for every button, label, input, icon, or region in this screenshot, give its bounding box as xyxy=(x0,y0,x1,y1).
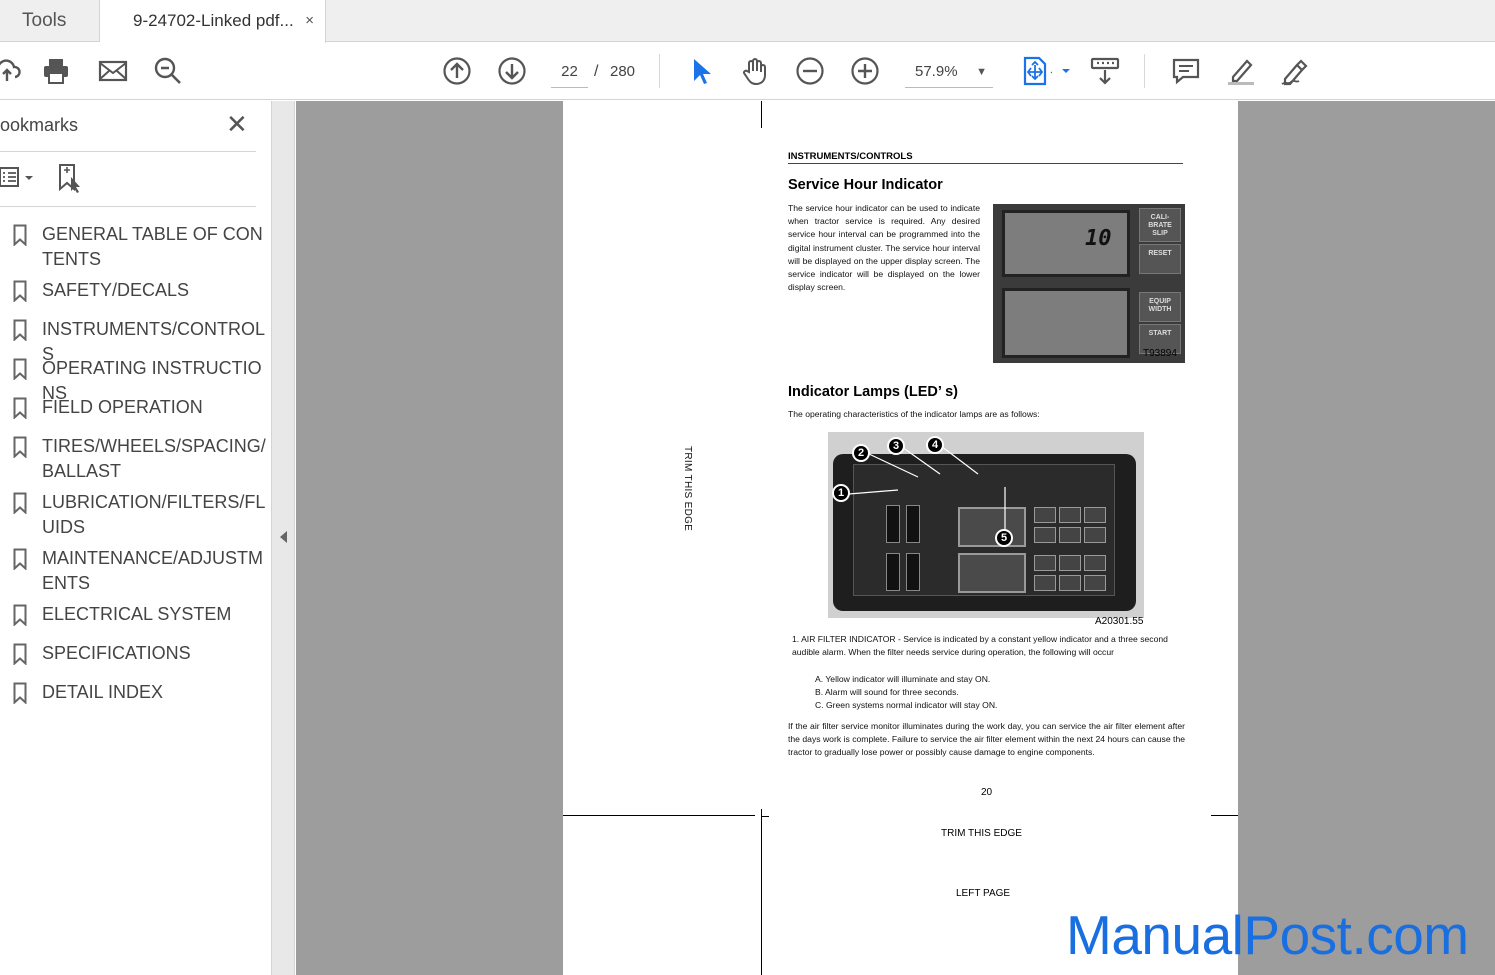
bookmarks-panel: ookmarks ✕ GENERAL TABLE OF CONTENTS SAFE… xyxy=(0,101,272,975)
zoom-out-icon[interactable] xyxy=(794,55,826,87)
heading-service-hour: Service Hour Indicator xyxy=(788,177,943,193)
panel-collapse-handle[interactable] xyxy=(272,101,295,975)
add-bookmark-icon[interactable] xyxy=(57,163,85,193)
document-viewport[interactable]: TRIM THIS EDGE INSTRUMENTS/CONTROLS Serv… xyxy=(296,101,1495,975)
callout-3: 3 xyxy=(887,437,905,455)
collapse-arrow-icon xyxy=(280,531,287,543)
scroll-mode-icon[interactable] xyxy=(1089,55,1121,87)
bookmark-icon xyxy=(13,358,27,380)
chevron-down-icon: ▼ xyxy=(976,66,987,78)
tab-close-icon[interactable]: × xyxy=(305,0,314,42)
zoom-in-icon[interactable] xyxy=(849,55,881,87)
reset-button-photo: RESET xyxy=(1139,244,1181,274)
fit-page-dropdown-icon[interactable] xyxy=(1050,55,1070,87)
paragraph-air-filter: If the air filter service monitor illumi… xyxy=(788,721,1185,758)
page-up-icon[interactable] xyxy=(441,55,473,87)
divider xyxy=(0,206,256,207)
tab-tools[interactable]: Tools xyxy=(0,0,100,42)
indicator-panel-photo: 1 2 3 4 5 xyxy=(828,432,1144,618)
section-header: INSTRUMENTS/CONTROLS xyxy=(788,151,1183,164)
bookmark-label: SAFETY/DECALS xyxy=(42,280,190,300)
page-number: 20 xyxy=(981,787,993,798)
bookmark-icon xyxy=(13,604,27,626)
trim-line xyxy=(563,815,755,816)
trim-bottom-text: TRIM THIS EDGE xyxy=(941,828,1022,839)
trim-line xyxy=(761,815,762,975)
bookmark-icon xyxy=(13,643,27,665)
divider xyxy=(0,151,256,152)
hand-icon[interactable] xyxy=(739,55,771,87)
heading-indicator-lamps: Indicator Lamps (LED’ s) xyxy=(788,384,958,400)
left-page-text: LEFT PAGE xyxy=(956,888,1011,899)
service-hour-photo: 10 CALI-BRATE SLIP RESET EQUIP WIDTH STA… xyxy=(993,204,1185,363)
cloud-upload-icon[interactable] xyxy=(0,55,24,87)
list-subitem-b: B. Alarm will sound for three seconds. xyxy=(815,687,959,697)
page-down-icon[interactable] xyxy=(496,55,528,87)
bookmarks-title: ookmarks xyxy=(0,115,79,135)
bookmark-icon xyxy=(13,682,27,704)
bookmark-icon xyxy=(13,280,27,302)
photo-caption: T93894 xyxy=(1143,348,1177,359)
bookmark-icon xyxy=(13,492,27,514)
trim-line xyxy=(761,101,762,128)
tab-document-label: 9-24702-Linked pdf... xyxy=(133,11,294,30)
bookmark-icon xyxy=(13,548,27,570)
list-item-air-filter: 1. AIR FILTER INDICATOR - Service is ind… xyxy=(792,634,1168,658)
toolbar-divider xyxy=(1144,54,1145,88)
bookmark-label: ELECTRICAL SYSTEM xyxy=(42,604,232,624)
main-toolbar: 22 / 280 57.9% ▼ xyxy=(0,43,1495,100)
upper-lcd: 10 xyxy=(1002,210,1130,277)
paragraph-service-hour: The service hour indicator can be used t… xyxy=(788,203,980,293)
zoom-search-icon[interactable] xyxy=(152,55,184,87)
calibrate-button-photo: CALI-BRATE SLIP xyxy=(1139,208,1181,242)
toolbar-divider xyxy=(659,54,660,88)
bookmark-options-icon[interactable] xyxy=(0,165,36,191)
lower-lcd xyxy=(1002,288,1130,358)
bookmark-label: DETAIL INDEX xyxy=(42,682,164,702)
zoom-select[interactable]: 57.9% ▼ xyxy=(905,56,993,88)
bookmark-label: GENERAL TABLE OF CONTENTS xyxy=(42,224,263,269)
bookmark-icon xyxy=(13,319,27,341)
page-number-input[interactable]: 22 xyxy=(551,56,588,88)
page-total: 280 xyxy=(610,63,636,80)
fit-page-icon[interactable] xyxy=(1020,55,1055,87)
mail-icon[interactable] xyxy=(97,55,129,87)
crop-mark xyxy=(761,809,769,817)
trim-vertical-text: TRIM THIS EDGE xyxy=(682,446,693,532)
bookmark-label: MAINTENANCE/ADJUSTMENTS xyxy=(42,548,264,593)
section-header-text: INSTRUMENTS/CONTROLS xyxy=(788,151,917,162)
list-subitem-c: C. Green systems normal indicator will s… xyxy=(815,700,998,710)
bookmark-icon xyxy=(13,397,27,419)
close-icon[interactable]: ✕ xyxy=(226,111,248,137)
bookmark-label: LUBRICATION/FILTERS/FLUIDS xyxy=(42,492,266,537)
list-subitem-a: A. Yellow indicator will illuminate and … xyxy=(815,674,991,684)
sign-icon[interactable] xyxy=(1279,55,1311,87)
callout-lines xyxy=(848,445,1006,539)
lcd-value: 10 xyxy=(1085,226,1112,251)
highlight-pen-icon[interactable] xyxy=(1225,55,1257,87)
watermark: ManualPost.com xyxy=(1066,904,1469,966)
trim-line xyxy=(1211,815,1238,816)
zoom-value: 57.9% xyxy=(915,63,958,80)
paragraph-indicator-intro: The operating characteristics of the ind… xyxy=(788,409,1040,419)
callout-2: 2 xyxy=(852,444,870,462)
tab-bar: Tools 9-24702-Linked pdf... × xyxy=(0,0,1495,43)
bookmark-icon xyxy=(13,436,27,458)
photo-caption: A20301.55 xyxy=(1095,616,1144,627)
page-separator: / xyxy=(594,63,599,80)
bookmark-icon xyxy=(13,224,27,246)
callout-5: 5 xyxy=(995,529,1013,547)
bookmark-label: FIELD OPERATION xyxy=(42,397,203,417)
select-cursor-icon[interactable] xyxy=(685,55,717,87)
callout-4: 4 xyxy=(926,436,944,454)
comment-icon[interactable] xyxy=(1170,55,1202,87)
pdf-page: TRIM THIS EDGE INSTRUMENTS/CONTROLS Serv… xyxy=(563,101,1238,975)
callout-1: 1 xyxy=(832,484,850,502)
bookmark-label: SPECIFICATIONS xyxy=(42,643,191,663)
bookmark-label: TIRES/WHEELS/SPACING/BALLAST xyxy=(42,436,266,481)
equip-button-photo: EQUIP WIDTH xyxy=(1139,292,1181,322)
tab-document[interactable]: 9-24702-Linked pdf... × xyxy=(100,0,326,43)
print-icon[interactable] xyxy=(40,55,72,87)
